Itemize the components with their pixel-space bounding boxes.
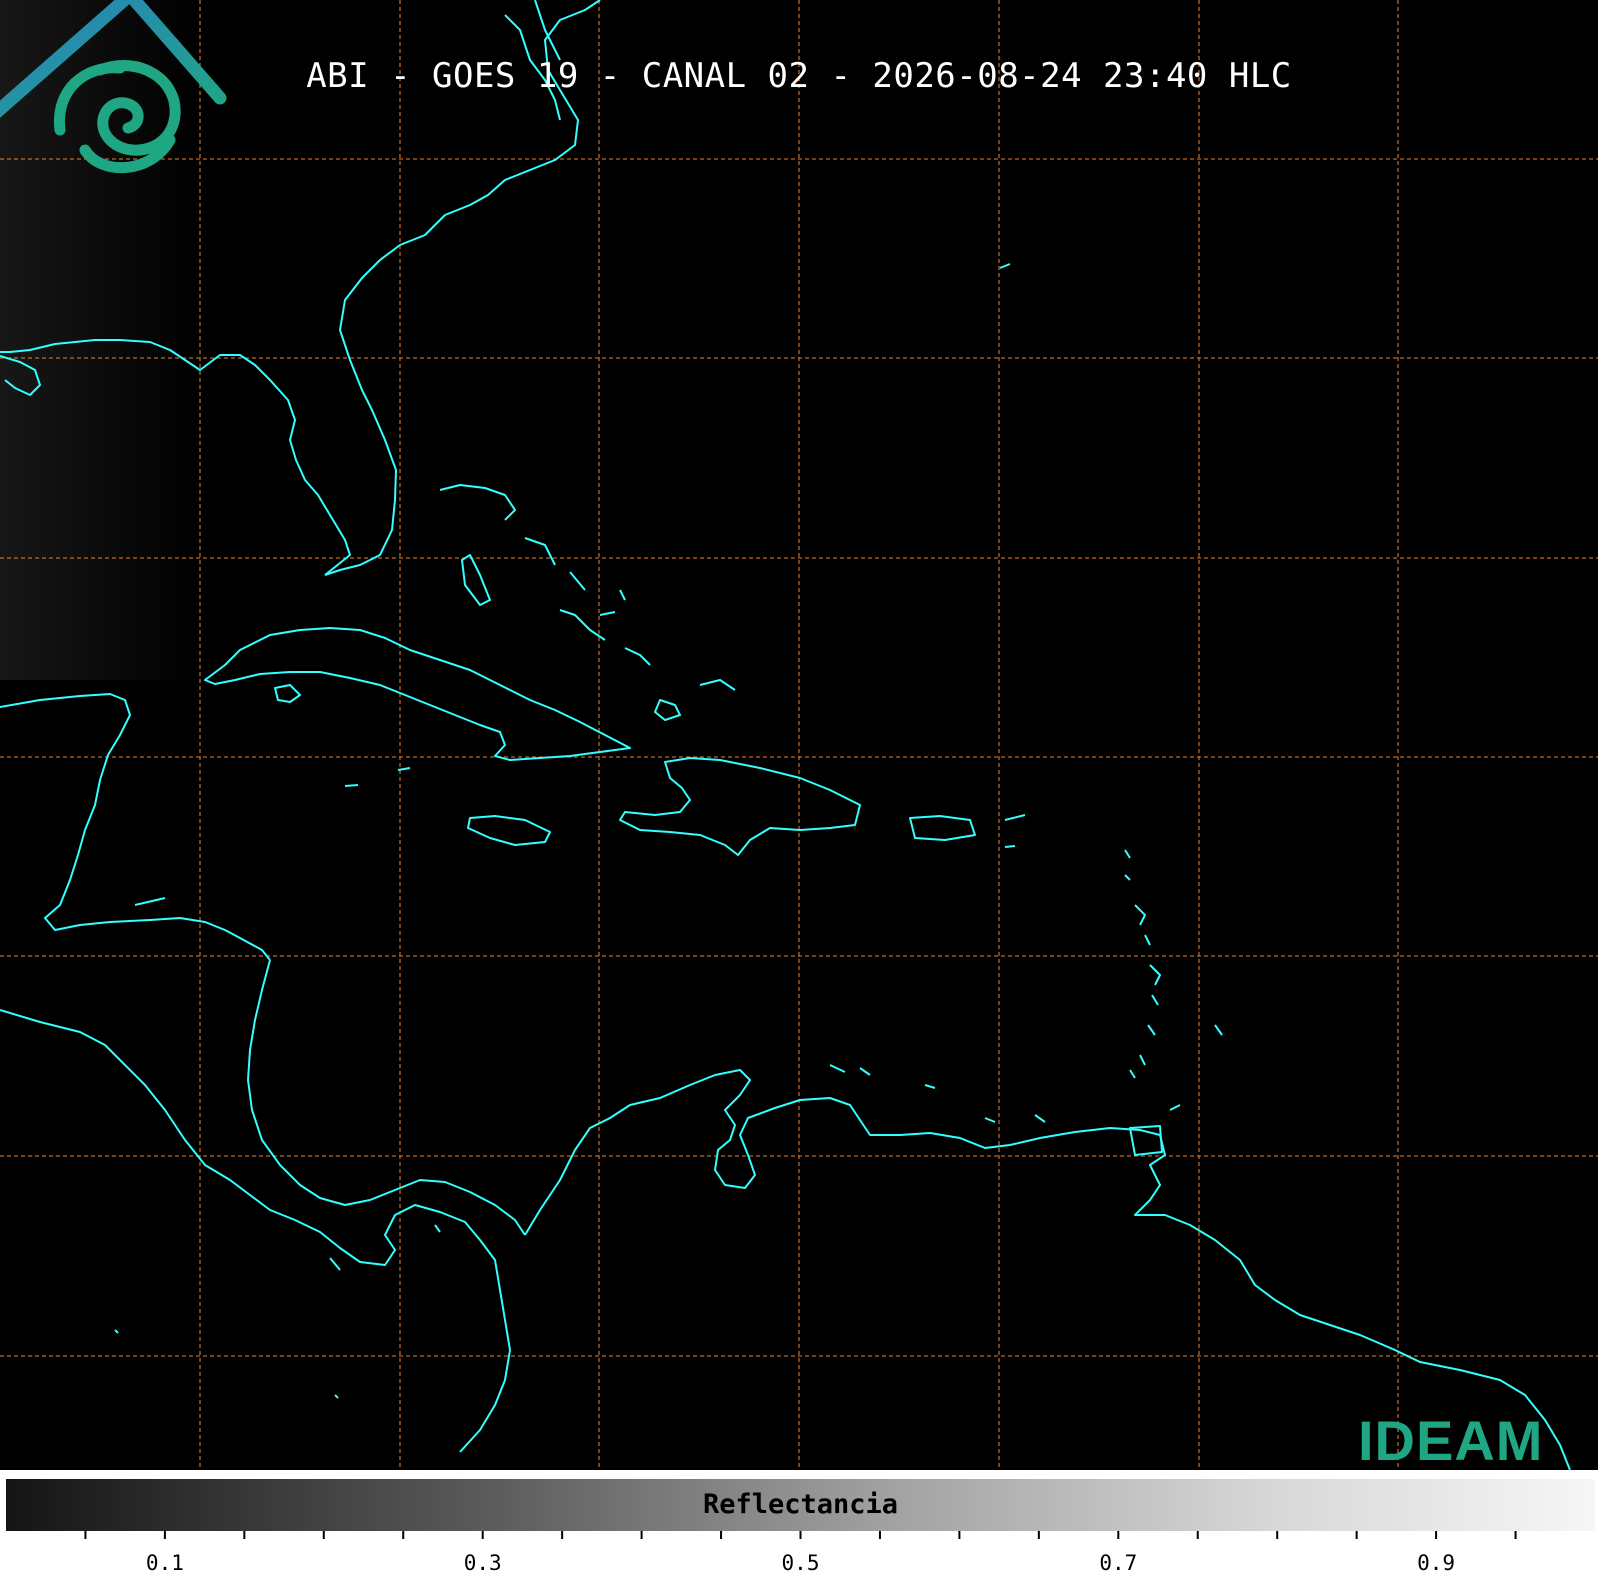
coastlines: [0, 0, 1571, 1470]
colorbar-ticks: 0.1 0.3 0.5 0.7 0.9: [0, 1531, 1598, 1577]
coastline-bahamas: [439, 484, 736, 721]
colorbar-tick-marks: [84, 1531, 1517, 1539]
coastline-jamaica: [467, 815, 551, 846]
coastline-central-america-west: [0, 1009, 511, 1453]
map-title: ABI - GOES 19 - CANAL 02 - 2026-08-24 23…: [306, 56, 1292, 96]
coastline-isla-juventud: [274, 684, 301, 703]
coastline-central-america-east: [247, 959, 526, 1236]
coastline-hispaniola: [619, 757, 861, 856]
graticule: [0, 0, 1598, 1470]
coastline-yucatan: [0, 693, 271, 961]
satellite-map: ABI - GOES 19 - CANAL 02 - 2026-08-24 23…: [0, 0, 1598, 1470]
colorbar-tick-label: 0.9: [1417, 1551, 1456, 1575]
colorbar-tick-label: 0.7: [1099, 1551, 1138, 1575]
colorbar-tick-label: 0.5: [781, 1551, 820, 1575]
coastline-cuba: [204, 627, 631, 761]
colorbar: Reflectancia: [6, 1479, 1595, 1531]
colorbar-label: Reflectancia: [702, 1489, 899, 1520]
ideam-logo-text: IDEAM: [1358, 1409, 1544, 1470]
coastline-abc-islands: [829, 1064, 1046, 1123]
colorbar-tick-label: 0.3: [463, 1551, 502, 1575]
colorbar-tick-label: 0.1: [145, 1551, 184, 1575]
coastline-puerto-rico: [909, 815, 976, 841]
coastline-small-islands: [114, 263, 1026, 1399]
map-canvas: [0, 0, 1598, 1470]
ideam-logo-icon: [0, 0, 227, 174]
coastline-lesser-antilles: [1124, 849, 1223, 1111]
